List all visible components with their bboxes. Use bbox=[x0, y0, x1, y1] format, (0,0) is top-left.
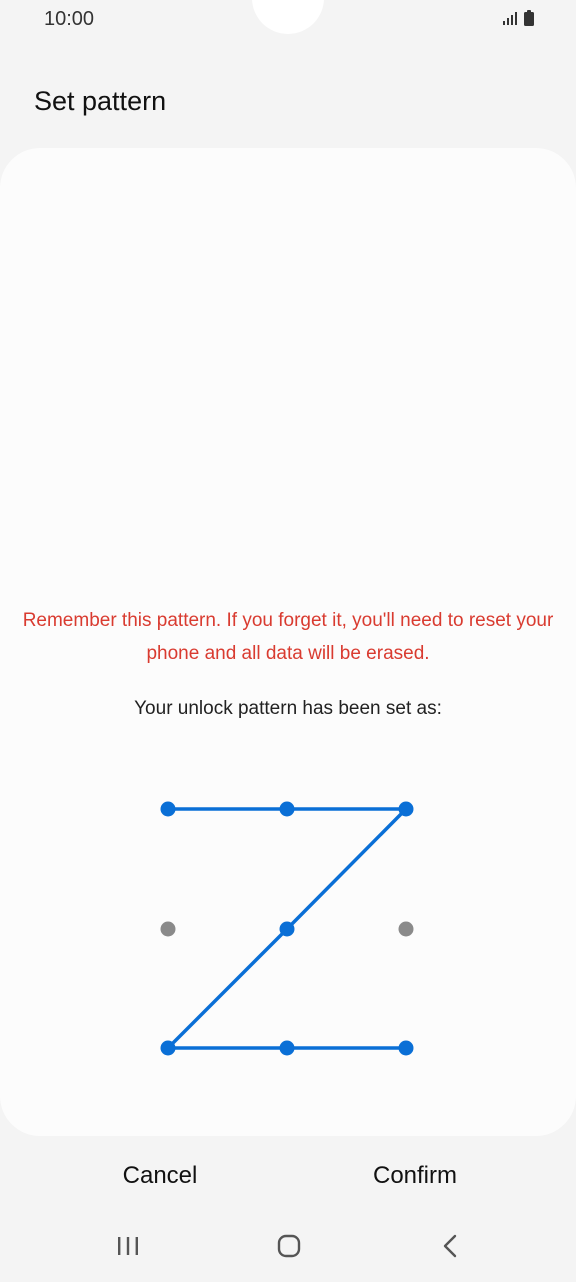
navigation-bar bbox=[0, 1222, 576, 1274]
confirm-button[interactable]: Confirm bbox=[350, 1154, 480, 1198]
signal-icon bbox=[502, 10, 518, 26]
recent-apps-icon bbox=[116, 1235, 140, 1262]
recent-apps-button[interactable] bbox=[102, 1222, 154, 1274]
camera-notch bbox=[252, 0, 324, 34]
status-icons bbox=[502, 10, 534, 26]
home-button[interactable] bbox=[263, 1222, 315, 1274]
page-title: Set pattern bbox=[34, 86, 167, 116]
battery-icon bbox=[524, 10, 534, 26]
pattern-set-message: Your unlock pattern has been set as: bbox=[134, 698, 442, 719]
cancel-button[interactable]: Cancel bbox=[100, 1154, 220, 1198]
back-icon bbox=[440, 1233, 460, 1264]
home-icon bbox=[276, 1233, 302, 1264]
status-bar: 10:00 bbox=[0, 0, 576, 40]
warning-message: Remember this pattern. If you forget it,… bbox=[22, 610, 554, 664]
back-button[interactable] bbox=[424, 1222, 476, 1274]
status-time: 10:00 bbox=[44, 8, 95, 30]
